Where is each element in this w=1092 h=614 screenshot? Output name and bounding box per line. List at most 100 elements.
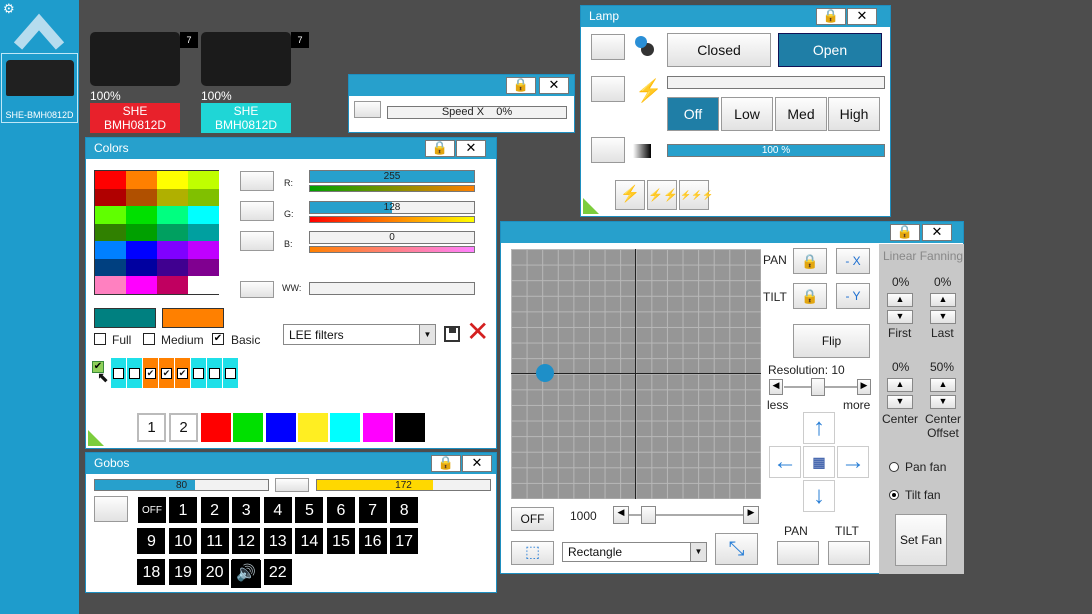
white-button[interactable] <box>240 281 274 298</box>
gobo-button[interactable]: 12 <box>231 527 262 555</box>
gear-icon[interactable]: ⚙ <box>3 1 15 17</box>
gobo-button[interactable]: 1 <box>168 496 198 524</box>
color-cell[interactable] <box>188 206 219 224</box>
gobo-button[interactable]: 17 <box>389 527 420 555</box>
up-chevron-icon[interactable] <box>14 10 64 50</box>
tilt-output-button[interactable] <box>828 541 870 565</box>
color-cell[interactable] <box>157 171 188 189</box>
first-up-button[interactable]: ▲ <box>887 293 913 307</box>
position-marker[interactable] <box>536 364 554 382</box>
segment-checkbox[interactable]: ✔ <box>159 358 174 388</box>
gobo-button[interactable]: 19 <box>168 558 198 586</box>
close-icon[interactable]: ✕ <box>462 455 492 472</box>
color-cell[interactable] <box>95 276 126 294</box>
primary-color-swatch[interactable] <box>94 308 156 328</box>
speed-right-arrow[interactable]: ▶ <box>743 506 759 524</box>
colors-titlebar[interactable]: Colors 🔒 ✕ <box>86 138 496 159</box>
strobe-slow-icon[interactable]: ⚡ <box>615 180 645 210</box>
arrow-down-icon[interactable]: ↓ <box>803 480 835 512</box>
chevron-down-icon[interactable]: ▼ <box>690 543 706 561</box>
close-icon[interactable]: ✕ <box>847 8 877 25</box>
resolution-right-arrow[interactable]: ▶ <box>857 379 871 395</box>
gobo-button[interactable] <box>94 496 128 522</box>
close-icon[interactable]: ✕ <box>922 224 952 241</box>
gobo-button[interactable]: 15 <box>326 527 356 555</box>
center-down-button[interactable]: ▼ <box>887 395 913 409</box>
color-cell[interactable] <box>126 258 157 276</box>
color-cell[interactable] <box>126 276 157 294</box>
segment-checkbox[interactable]: ✔ <box>175 358 190 388</box>
color-cell[interactable] <box>95 258 126 276</box>
first-down-button[interactable]: ▼ <box>887 310 913 324</box>
lock-icon[interactable]: 🔒 <box>816 8 846 25</box>
white-bar[interactable] <box>309 282 475 295</box>
color-cell[interactable] <box>157 206 188 224</box>
fixture-card-1[interactable]: 7 100% SHE BMH0812D <box>90 30 200 133</box>
center-up-button[interactable]: ▲ <box>887 378 913 392</box>
gobo-off-button[interactable]: OFF <box>137 496 167 524</box>
medium-checkbox[interactable] <box>143 333 155 345</box>
gobo-button[interactable]: 11 <box>199 527 230 555</box>
gobo-button[interactable]: 3 <box>231 496 262 524</box>
gobo-button[interactable]: 22 <box>262 558 293 586</box>
open-button[interactable]: Open <box>778 33 882 67</box>
pantilt-off-button[interactable]: OFF <box>511 507 554 531</box>
strobe-high-button[interactable]: High <box>828 97 880 131</box>
pan-lock-button[interactable]: 🔒 <box>793 248 827 274</box>
fixture-card-2[interactable]: 7 100% SHE BMH0812D <box>201 30 311 133</box>
shape-apply-icon[interactable]: ⤡ <box>715 533 758 565</box>
gobo-button[interactable]: 20 <box>199 558 230 586</box>
color-cell[interactable] <box>95 223 126 241</box>
secondary-color-swatch[interactable] <box>162 308 224 328</box>
color-cell[interactable] <box>95 206 126 224</box>
gobo-button[interactable]: 10 <box>168 527 198 555</box>
gobo-button[interactable]: 16 <box>357 527 388 555</box>
gobo-center-button[interactable] <box>275 478 309 492</box>
lock-icon[interactable]: 🔒 <box>506 77 536 94</box>
color-cell[interactable] <box>126 188 157 206</box>
center-grid-icon[interactable]: ▦ <box>803 446 835 478</box>
gobo-button[interactable]: 18 <box>136 558 167 586</box>
offset-up-button[interactable]: ▲ <box>930 378 956 392</box>
basic-checkbox[interactable]: ✔ <box>212 333 224 345</box>
speed-bar[interactable]: Speed X 0% <box>387 106 567 119</box>
color-cell[interactable] <box>188 171 219 189</box>
color-cell[interactable] <box>157 241 188 259</box>
invert-x-button[interactable]: - X <box>836 248 870 274</box>
strobe-med-button[interactable]: Med <box>775 97 827 131</box>
arrow-up-icon[interactable]: ↑ <box>803 412 835 444</box>
strobe-low-button[interactable]: Low <box>721 97 773 131</box>
segment-checkbox[interactable] <box>111 358 126 388</box>
lock-icon[interactable]: 🔒 <box>425 140 455 157</box>
speed-button[interactable] <box>354 101 381 118</box>
fixture-tile[interactable]: SHE-BMH0812D <box>1 53 78 123</box>
invert-y-button[interactable]: - Y <box>836 283 870 309</box>
palette-color[interactable] <box>330 413 361 442</box>
flip-button[interactable]: Flip <box>793 324 870 358</box>
color-cell[interactable] <box>188 188 219 206</box>
color-cell[interactable] <box>126 223 157 241</box>
shutter-button[interactable] <box>591 34 625 60</box>
pan-fan-radio[interactable] <box>889 462 899 472</box>
strobe-medium-icon[interactable]: ⚡⚡ <box>647 180 678 210</box>
gobo-button[interactable]: 5 <box>294 496 325 524</box>
dimmer-button[interactable] <box>591 137 625 163</box>
gobo-bar[interactable]: 80 <box>94 479 269 491</box>
gobo-button[interactable]: 2 <box>199 496 230 524</box>
gobos-titlebar[interactable]: Gobos 🔒 ✕ <box>86 453 496 474</box>
color-cell[interactable] <box>126 171 157 189</box>
resolution-thumb[interactable] <box>811 378 825 396</box>
lamp-titlebar[interactable]: Lamp 🔒 ✕ <box>581 6 890 27</box>
gobo-rotation-bar[interactable]: 172 <box>316 479 491 491</box>
segment-checkbox[interactable] <box>223 358 238 388</box>
lock-icon[interactable]: 🔒 <box>431 455 461 472</box>
offset-down-button[interactable]: ▼ <box>930 395 956 409</box>
strobe-button[interactable] <box>591 76 625 102</box>
segment-checkbox[interactable] <box>191 358 206 388</box>
palette-color[interactable] <box>201 413 231 442</box>
speed-thumb[interactable] <box>641 506 656 524</box>
speed-titlebar[interactable]: 🔒 ✕ <box>349 75 574 96</box>
gobo-button[interactable]: 9 <box>136 527 167 555</box>
gobo-button[interactable]: 6 <box>326 496 356 524</box>
strobe-off-button[interactable]: Off <box>667 97 719 131</box>
